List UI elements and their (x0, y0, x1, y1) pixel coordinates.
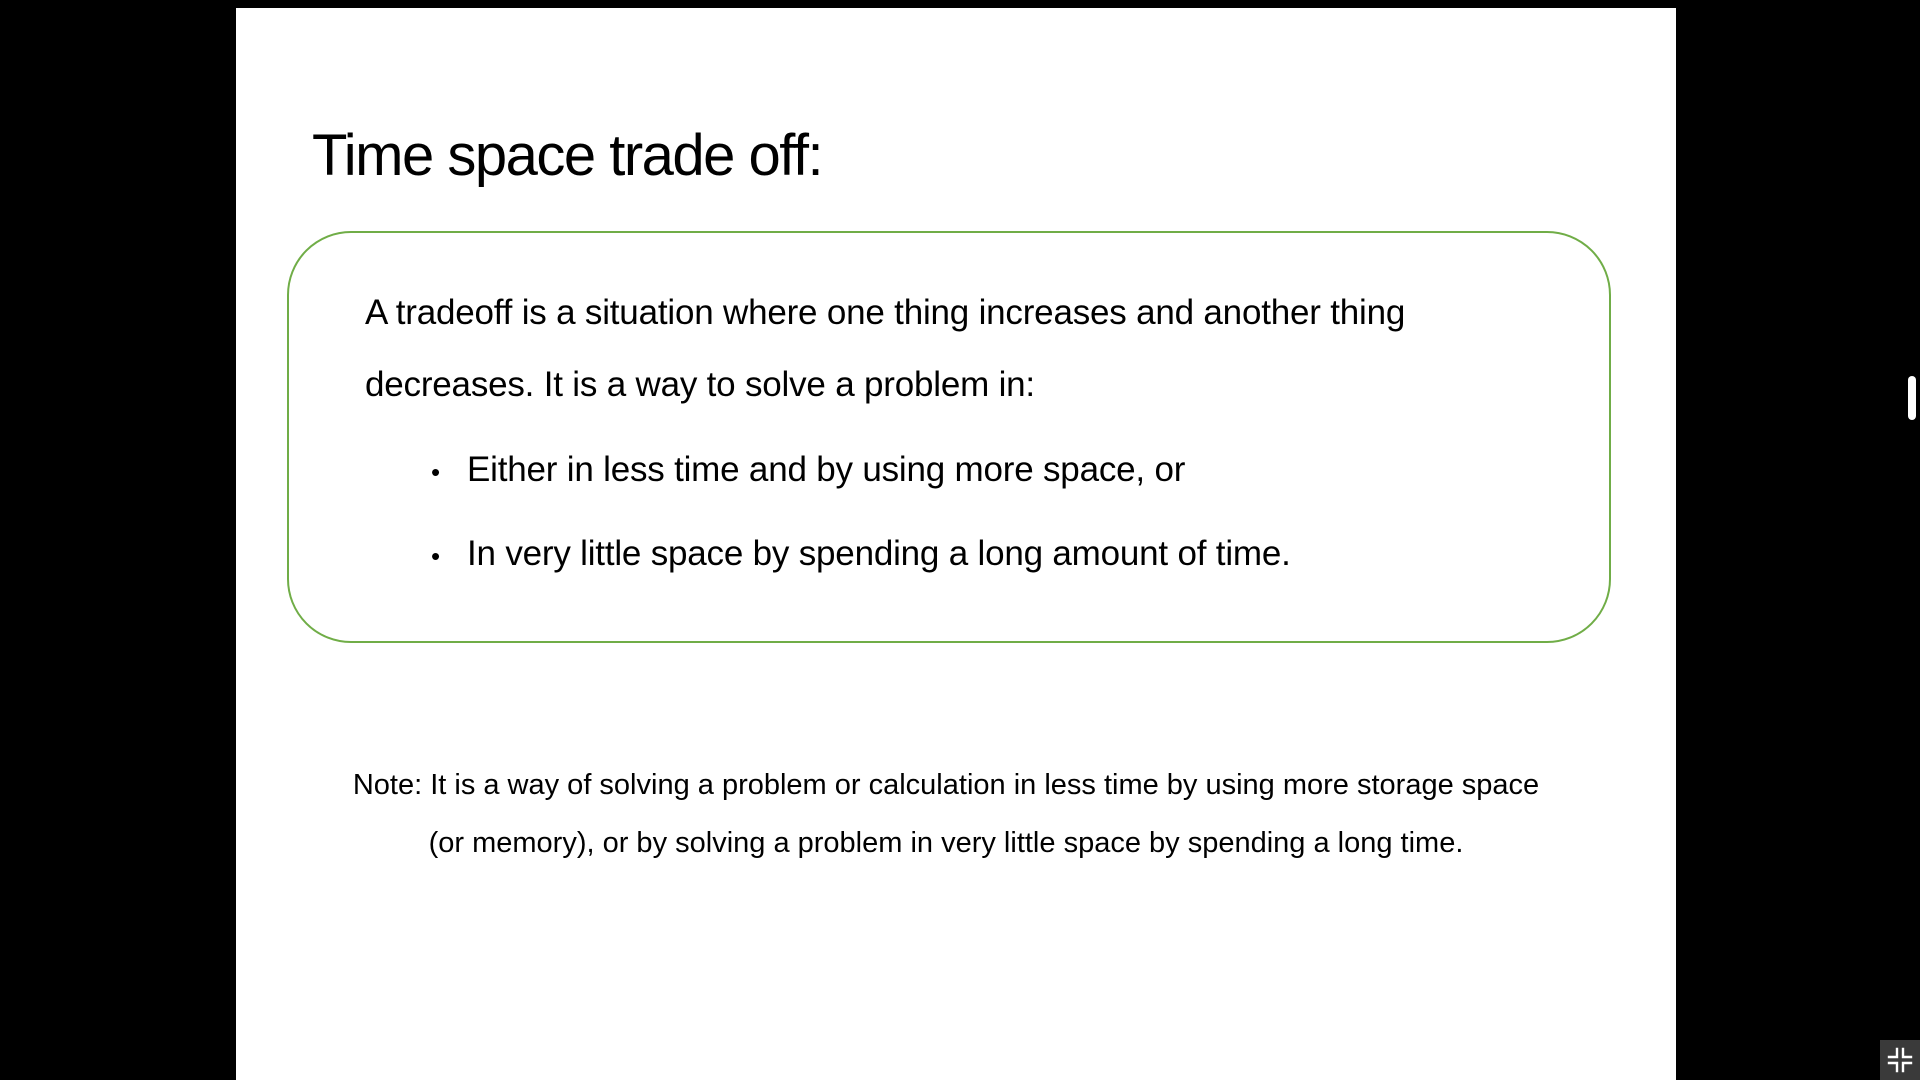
scrollbar-thumb[interactable] (1908, 376, 1916, 420)
exit-fullscreen-icon (1887, 1047, 1913, 1073)
slide-title: Time space trade off: (312, 123, 824, 188)
bullet-list: • Either in less time and by using more … (431, 429, 1291, 597)
definition-text: A tradeoff is a situation where one thin… (365, 293, 1406, 404)
list-item: • In very little space by spending a lon… (431, 513, 1291, 597)
presentation-viewer: Time space trade off: A tradeoff is a si… (0, 0, 1920, 1080)
exit-fullscreen-button[interactable] (1880, 1040, 1920, 1080)
list-item: • Either in less time and by using more … (431, 429, 1291, 513)
bullet-icon: • (431, 457, 440, 487)
bullet-icon: • (431, 541, 440, 571)
bullet-text: Either in less time and by using more sp… (467, 450, 1186, 489)
definition-box: A tradeoff is a situation where one thin… (287, 231, 1611, 643)
bullet-text: In very little space by spending a long … (467, 534, 1291, 573)
note-text: Note: It is a way of solving a problem o… (352, 769, 1540, 859)
slide: Time space trade off: A tradeoff is a si… (236, 8, 1676, 1080)
